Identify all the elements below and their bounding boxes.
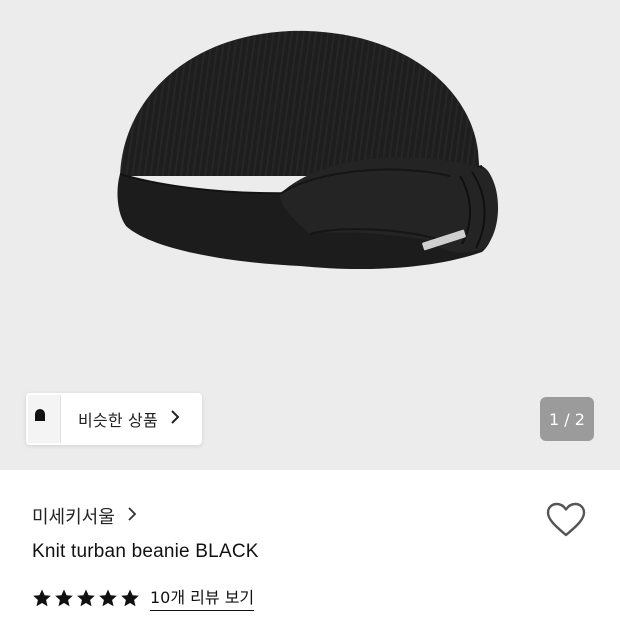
similar-products-thumbnails: [26, 393, 68, 445]
chevron-right-icon: [170, 409, 180, 429]
similar-products-label: 비슷한 상품: [78, 411, 158, 430]
product-image: [117, 30, 499, 270]
star-filled-icon: [55, 589, 73, 606]
brand-link[interactable]: 미세키서울: [32, 503, 137, 529]
star-filled-icon: [33, 589, 51, 606]
page-indicator-text: 1 / 2: [549, 409, 585, 429]
rating-stars: [32, 588, 142, 608]
heart-outline-icon: [546, 502, 586, 537]
chevron-right-icon: [127, 506, 137, 526]
star-filled-icon: [121, 589, 139, 606]
product-title: Knit turban beanie BLACK: [32, 541, 259, 562]
similar-products-button[interactable]: 비슷한 상품: [26, 393, 202, 445]
product-image-gallery[interactable]: 비슷한 상품 1 / 2: [0, 0, 620, 470]
star-filled-icon: [77, 589, 95, 606]
star-filled-icon: [99, 589, 117, 606]
image-page-indicator: 1 / 2: [540, 397, 594, 441]
reviews-link[interactable]: 10개 리뷰 보기: [150, 584, 255, 611]
rating-row: 10개 리뷰 보기: [32, 584, 255, 611]
wishlist-button[interactable]: [546, 502, 586, 542]
brand-name: 미세키서울: [32, 507, 115, 528]
